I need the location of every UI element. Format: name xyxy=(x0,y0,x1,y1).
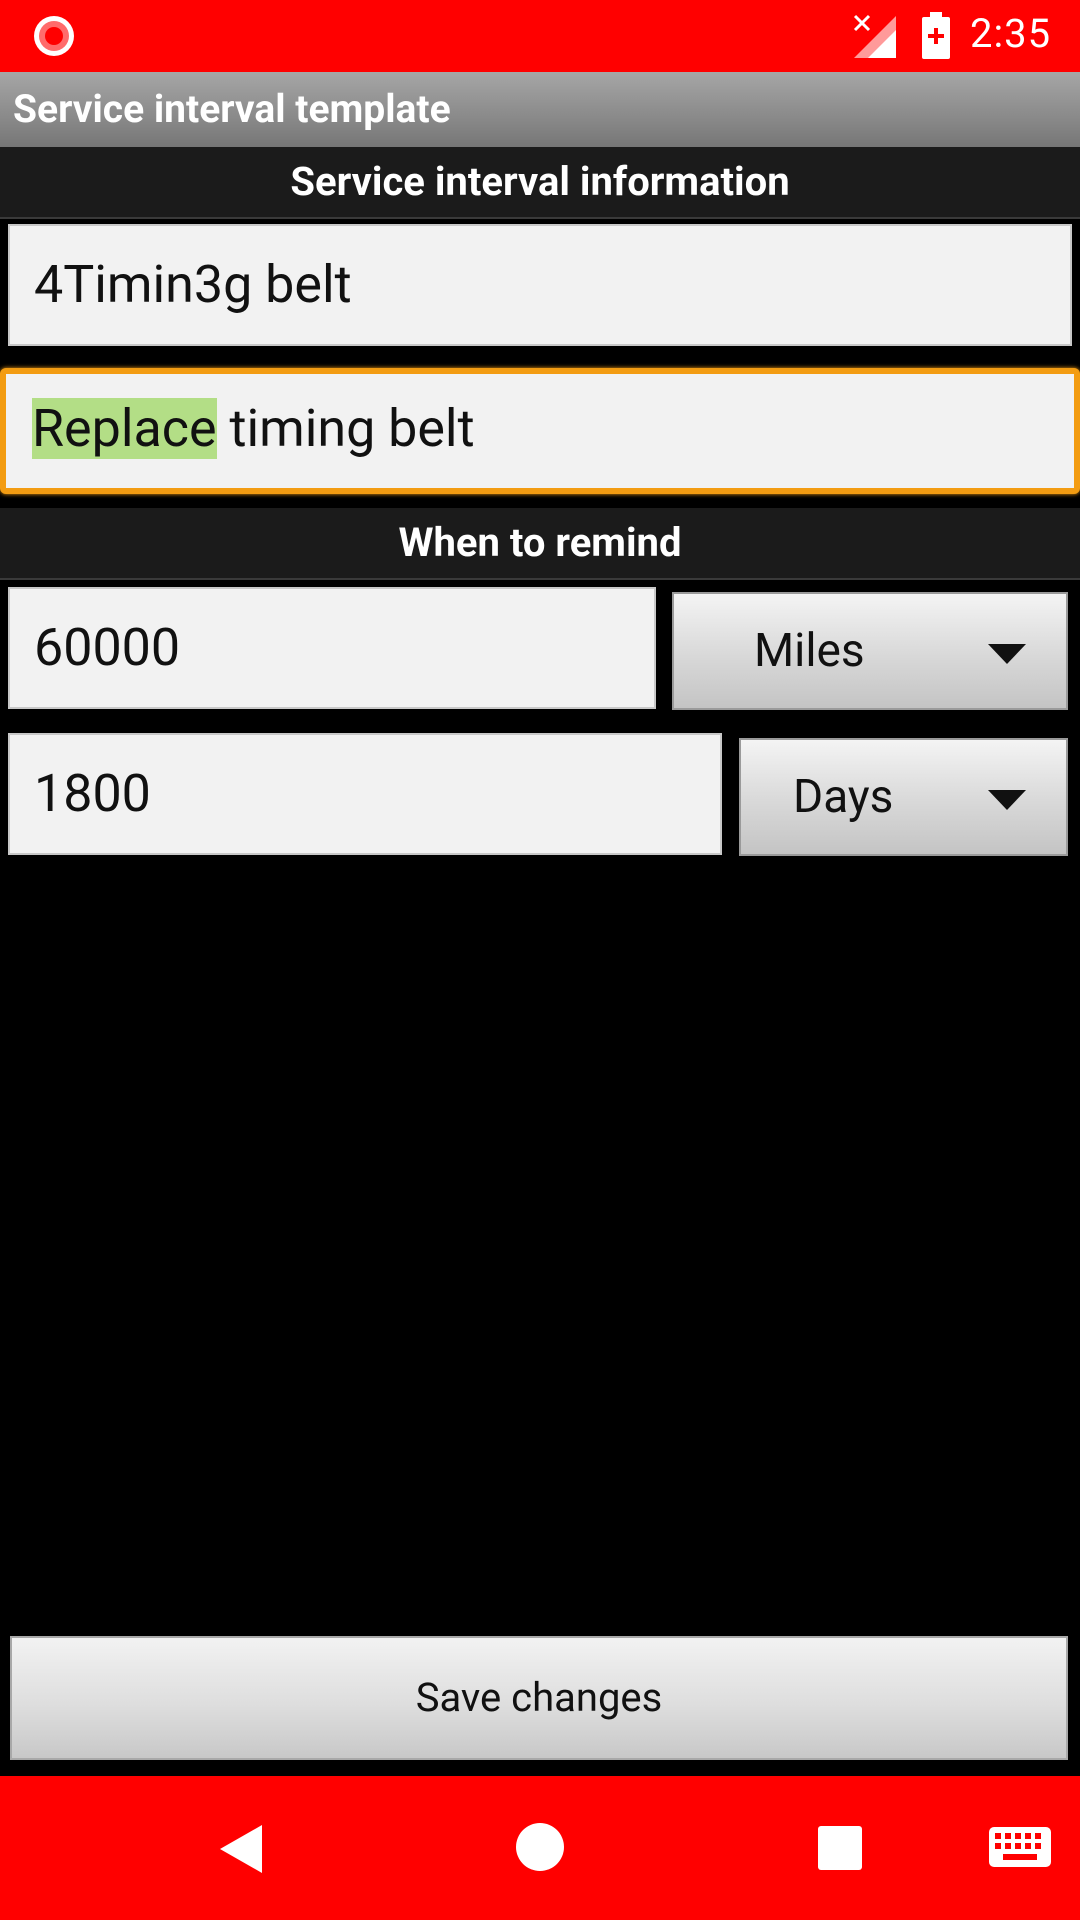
distance-unit-dropdown[interactable]: Miles xyxy=(672,592,1068,710)
navigation-bar xyxy=(0,1776,1080,1920)
description-rest: timing belt xyxy=(216,398,475,459)
interval-name-value: 4Timin3g belt xyxy=(34,254,352,315)
chevron-down-icon xyxy=(988,644,1026,664)
distance-unit-label: Miles xyxy=(754,624,865,678)
chevron-down-icon xyxy=(988,790,1026,810)
selected-text: Replace xyxy=(32,398,217,459)
app-bar: Service interval template xyxy=(0,72,1080,147)
signal-off-icon xyxy=(853,14,896,58)
distance-value: 60000 xyxy=(34,617,181,678)
home-icon[interactable] xyxy=(514,1821,566,1873)
time-unit-label: Days xyxy=(793,770,894,824)
interval-description-field[interactable]: Replace timing belt xyxy=(0,368,1080,494)
app-title: Service interval template xyxy=(13,86,451,132)
recents-icon[interactable] xyxy=(816,1824,864,1872)
time-value: 1800 xyxy=(34,763,151,824)
recording-icon xyxy=(34,16,74,56)
section-header-remind: When to remind xyxy=(0,508,1080,580)
status-bar: 2:35 xyxy=(0,0,1080,72)
status-clock: 2:35 xyxy=(970,10,1052,57)
save-button[interactable]: Save changes xyxy=(10,1636,1068,1760)
time-unit-dropdown[interactable]: Days xyxy=(739,738,1068,856)
back-icon[interactable] xyxy=(216,1823,266,1875)
time-input[interactable]: 1800 xyxy=(8,733,722,855)
interval-name-field[interactable]: 4Timin3g belt xyxy=(8,224,1072,346)
distance-input[interactable]: 60000 xyxy=(8,587,656,709)
keyboard-icon[interactable] xyxy=(988,1826,1052,1868)
section-header-info: Service interval information xyxy=(0,147,1080,219)
battery-charging-icon xyxy=(922,12,950,59)
